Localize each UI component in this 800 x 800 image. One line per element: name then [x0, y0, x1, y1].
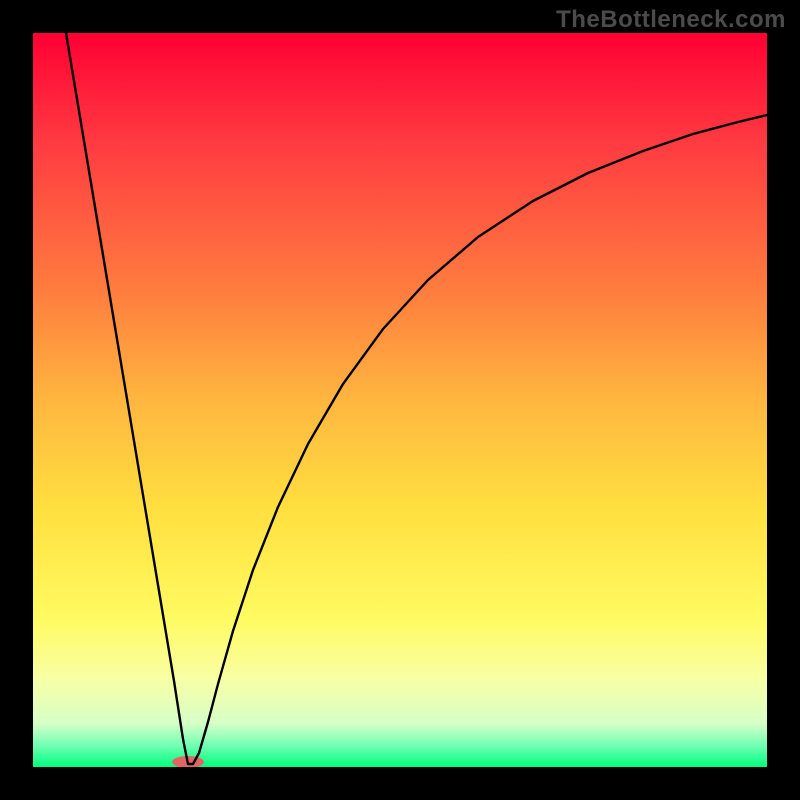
- chart-svg: [33, 33, 767, 767]
- plot-area: [33, 33, 767, 767]
- chart-frame: TheBottleneck.com: [0, 0, 800, 800]
- gradient-background: [33, 33, 767, 767]
- watermark-text: TheBottleneck.com: [556, 6, 786, 34]
